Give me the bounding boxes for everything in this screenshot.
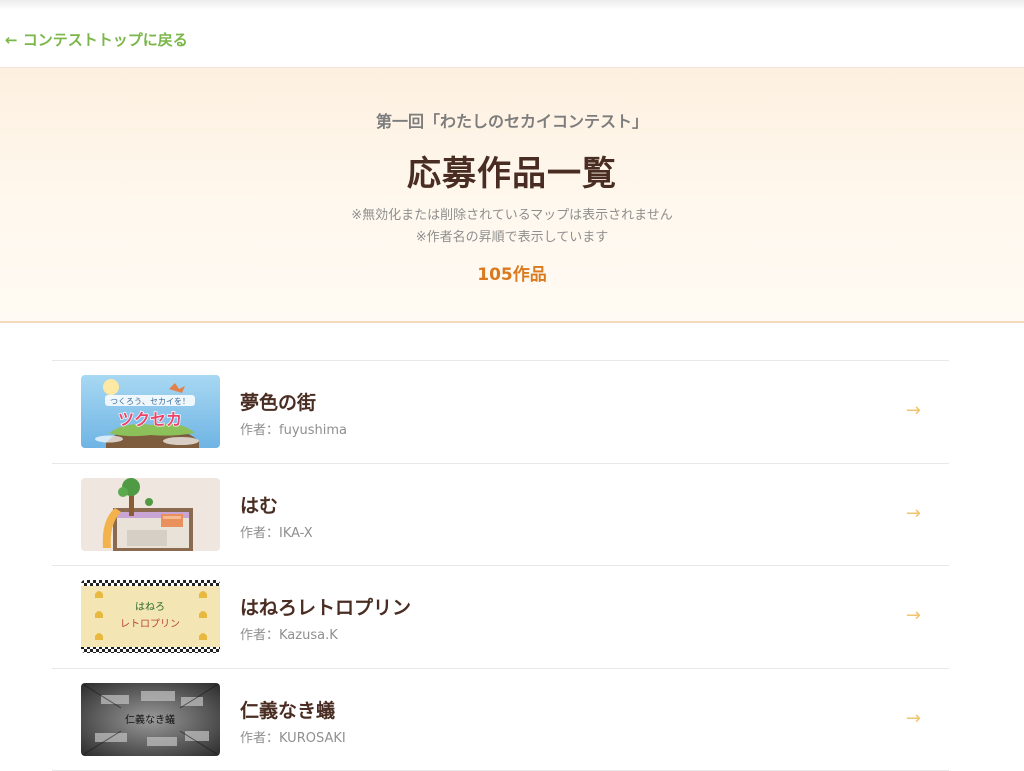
entry-thumbnail: はねろ レトロプリン — [81, 580, 220, 653]
entry-title[interactable]: はねろレトロプリン — [240, 593, 411, 620]
entry-thumbnail — [81, 478, 220, 551]
entry-count: 105作品 — [0, 260, 1024, 285]
entry-title[interactable]: はむ — [240, 491, 278, 518]
back-to-contest-top-link[interactable]: ← コンテストトップに戻る — [5, 29, 188, 50]
svg-text:レトロプリン: レトロプリン — [120, 618, 180, 630]
entry-author: 作者：fuyushima — [240, 419, 347, 438]
svg-text:仁義なき蟻: 仁義なき蟻 — [125, 713, 175, 726]
entry-title[interactable]: 夢色の街 — [240, 388, 316, 415]
header-shadow — [0, 0, 1024, 10]
note-sort-order: ※作者名の昇順で表示しています — [0, 226, 1024, 245]
entry-row[interactable]: 仁義なき蟻 仁義なき蟻 作者：KUROSAKI → — [52, 669, 949, 771]
entry-row[interactable]: はねろ レトロプリン はねろレトロプリン 作者：Kazusa.K → — [52, 566, 949, 669]
open-entry-arrow-icon[interactable]: → — [906, 605, 921, 626]
open-entry-arrow-icon[interactable]: → — [906, 400, 921, 421]
entry-row[interactable]: はむ 作者：IKA-X → — [52, 464, 949, 567]
entry-title[interactable]: 仁義なき蟻 — [240, 696, 335, 723]
note-hidden-maps: ※無効化または削除されているマップは表示されません — [0, 204, 1024, 223]
open-entry-arrow-icon[interactable]: → — [906, 708, 921, 729]
svg-text:ツクセカ: ツクセカ — [118, 410, 182, 429]
entry-list: つくろう、セカイを！ ツクセカ 夢色の街 作者：fuyushima → — [52, 360, 949, 771]
svg-text:つくろう、セカイを！: つくろう、セカイを！ — [110, 397, 190, 406]
entry-author: 作者：KUROSAKI — [240, 727, 346, 746]
svg-text:はねろ: はねろ — [135, 601, 165, 613]
page-title: 応募作品一覧 — [0, 146, 1024, 195]
contest-name: 第一回「わたしのセカイコンテスト」 — [0, 108, 1024, 132]
hero-section: 第一回「わたしのセカイコンテスト」 応募作品一覧 ※無効化または削除されているマ… — [0, 67, 1024, 323]
entry-thumbnail: つくろう、セカイを！ ツクセカ — [81, 375, 220, 448]
entry-row[interactable]: つくろう、セカイを！ ツクセカ 夢色の街 作者：fuyushima → — [52, 361, 949, 464]
entry-thumbnail: 仁義なき蟻 — [81, 683, 220, 756]
entry-author: 作者：IKA-X — [240, 522, 313, 541]
entry-author: 作者：Kazusa.K — [240, 624, 338, 643]
open-entry-arrow-icon[interactable]: → — [906, 503, 921, 524]
